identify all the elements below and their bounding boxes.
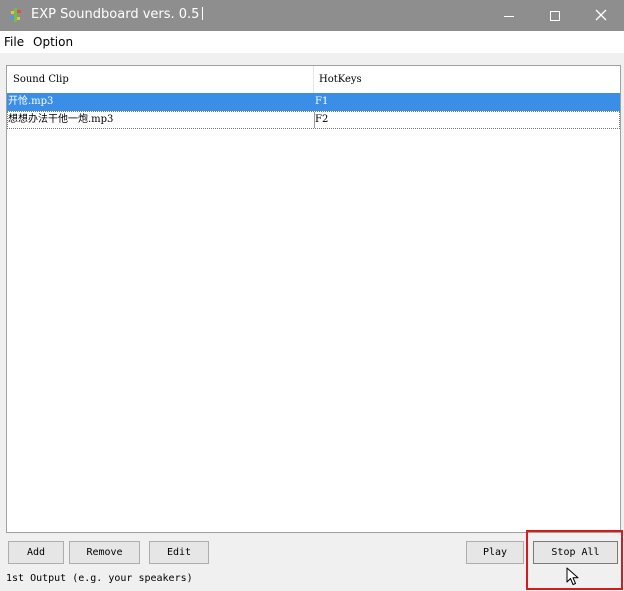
sound-clip-cell: 想想办法干他一炮.mp3 [8, 114, 114, 125]
column-header-hotkeys[interactable]: HotKeys [319, 73, 362, 86]
window-title: EXP Soundboard vers. 0.5 [31, 7, 204, 23]
remove-button[interactable]: Remove [69, 541, 140, 564]
minimize-icon [504, 6, 514, 25]
menu-file[interactable]: File [4, 35, 24, 49]
hotkey-cell: F1 [315, 96, 329, 107]
menu-option[interactable]: Option [33, 35, 73, 49]
add-button[interactable]: Add [8, 541, 64, 564]
column-divider[interactable] [313, 66, 314, 93]
close-icon [595, 6, 607, 25]
maximize-button[interactable] [532, 0, 578, 31]
title-bar[interactable]: EXP Soundboard vers. 0.5 [0, 0, 624, 31]
column-header-sound-clip[interactable]: Sound Clip [13, 73, 69, 86]
sound-clip-list[interactable]: Sound Clip HotKeys 开怆.mp3 F1 想想办法干他一炮.mp… [6, 65, 621, 533]
hotkey-cell: F2 [315, 114, 329, 125]
list-row-selected[interactable]: 开怆.mp3 F1 [7, 93, 620, 111]
stop-all-button[interactable]: Stop All [533, 541, 618, 564]
maximize-icon [550, 6, 560, 25]
app-window: EXP Soundboard vers. 0.5 File Option Sou… [0, 0, 624, 591]
app-icon [9, 7, 23, 23]
output-device-label: 1st Output (e.g. your speakers) [6, 573, 193, 584]
play-button[interactable]: Play [466, 541, 524, 564]
list-row[interactable]: 想想办法干他一炮.mp3 F2 [7, 111, 620, 129]
sound-clip-cell: 开怆.mp3 [8, 96, 54, 107]
close-button[interactable] [578, 0, 624, 31]
list-header: Sound Clip HotKeys [7, 66, 620, 94]
edit-button[interactable]: Edit [149, 541, 209, 564]
minimize-button[interactable] [486, 0, 532, 31]
menu-bar: File Option [0, 31, 624, 53]
mouse-cursor-icon [566, 567, 580, 587]
window-title-text: EXP Soundboard vers. 0.5 [31, 7, 200, 22]
text-caret [202, 7, 204, 20]
